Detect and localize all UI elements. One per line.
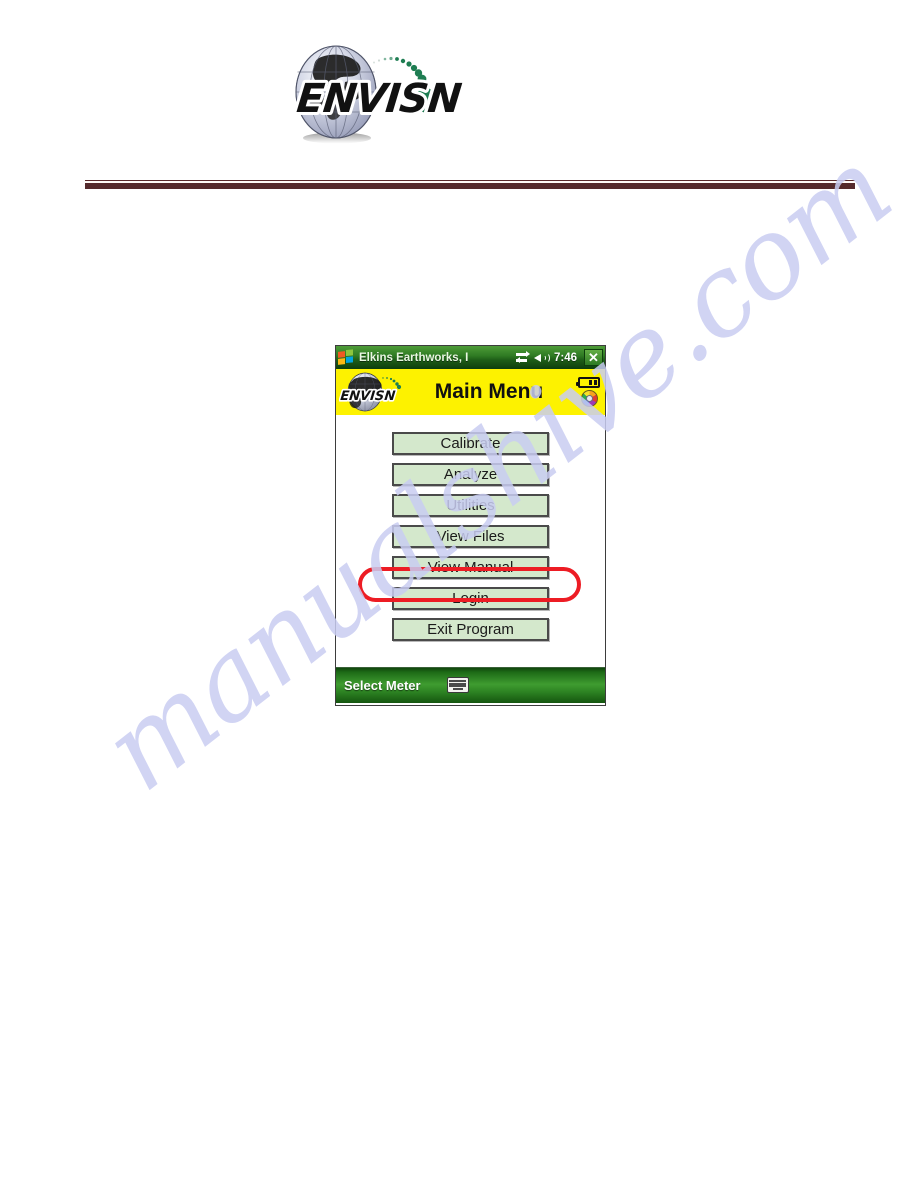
close-icon[interactable]: ✕ (584, 349, 603, 366)
connectivity-icon[interactable] (515, 351, 530, 364)
main-menu-list: Calibrate Analyze Utilities View Files V… (336, 415, 605, 667)
envision-header-logo: ENVISI ENVISI N N (338, 371, 411, 413)
keyboard-icon[interactable] (446, 677, 469, 693)
svg-text:N: N (426, 76, 464, 122)
svg-text:ENVISI: ENVISI (295, 76, 445, 122)
device-titlebar: Elkins Earthworks, I 7:46 ✕ (336, 346, 605, 369)
app-title: Elkins Earthworks, I (359, 351, 469, 364)
speaker-icon[interactable] (533, 352, 550, 364)
header-divider (85, 180, 855, 189)
svg-text:N: N (384, 389, 397, 404)
header-status-icons (575, 377, 605, 407)
softkey-bar: Select Meter (336, 667, 605, 703)
envision-logo: ENVISI ENVISI N N (279, 42, 479, 147)
page-title: Main Menu (434, 380, 544, 403)
clock-time[interactable]: 7:46 (554, 352, 577, 364)
app-header: ENVISI ENVISI N N Main Menu (336, 369, 605, 415)
battery-icon[interactable] (576, 377, 600, 388)
compass-icon[interactable] (580, 390, 598, 407)
titlebar-icons: 7:46 ✕ (515, 349, 605, 366)
menu-button-calibrate[interactable]: Calibrate (392, 432, 549, 455)
menu-button-view-manual[interactable]: View Manual (392, 556, 549, 579)
softkey-select-meter[interactable]: Select Meter (344, 678, 421, 693)
windows-flag-icon (338, 349, 355, 366)
menu-button-utilities[interactable]: Utilities (392, 494, 549, 517)
menu-button-view-files[interactable]: View Files (392, 525, 549, 548)
device-screenshot: Elkins Earthworks, I 7:46 ✕ ENVISI ENVIS… (335, 345, 606, 706)
svg-text:ENVISI: ENVISI (340, 389, 391, 404)
menu-button-exit-program[interactable]: Exit Program (392, 618, 549, 641)
menu-button-login[interactable]: Login (392, 587, 549, 610)
menu-button-analyze[interactable]: Analyze (392, 463, 549, 486)
